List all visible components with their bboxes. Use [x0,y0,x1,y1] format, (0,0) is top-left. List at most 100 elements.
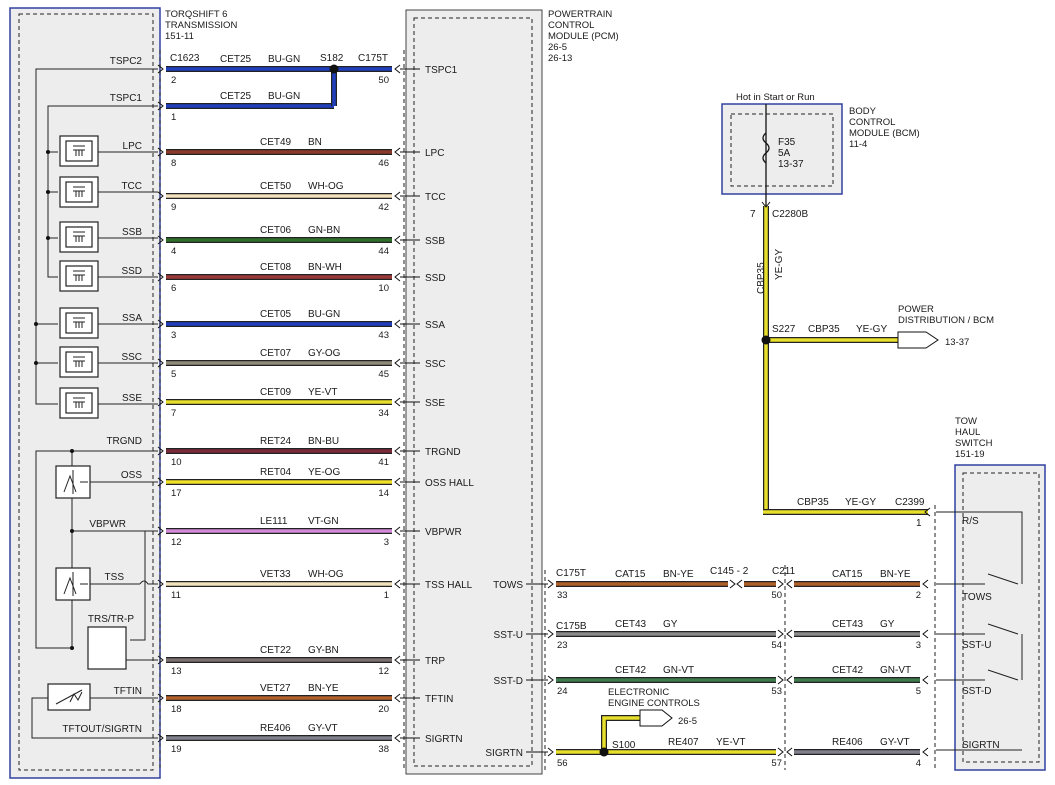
c1623-label: C1623 [170,53,200,64]
pcm-label-13: TRP [425,656,445,667]
right-pin-p-0: 33 [557,590,568,601]
right-circuit2-3: RE406 [832,737,863,748]
tow-title-3: SWITCH [955,438,993,449]
label-lpc: LPC [123,141,142,152]
conn-arrow-p-8 [394,397,401,407]
power-dist-title-2: DISTRIBUTION / BCM [898,315,994,326]
power-dist-ref: 13-37 [945,337,969,348]
right-arrow-s-3 [922,747,929,757]
label-ssa: SSA [122,313,142,324]
cbp35-vertical-circuit: CBP35 [756,262,767,294]
pcm-label-10: OSS HALL [425,478,474,489]
pcm-ref-2: 26-13 [548,53,572,64]
right-pin-mid-1: 54 [771,640,782,651]
bcm-title-1: BODY [849,106,877,117]
cbp35-bottom-circuit: CBP35 [797,497,829,508]
fuse-ref: 13-37 [778,159,804,170]
right-arrow-s-1 [922,629,929,639]
eec-title-1: ELECTRONIC [608,687,669,698]
tow-sigrtn-label: SIGRTN [962,740,1000,751]
pcm-label-15: SIGRTN [425,734,463,745]
right-pin-s-3: 4 [916,758,921,769]
pcm-label-5: SSD [425,273,446,284]
right-color1-2: GN-VT [663,665,694,676]
pin-t-8: 7 [171,408,176,419]
right-pin-s-0: 2 [916,590,921,601]
right-pin-mid-2: 53 [771,686,782,697]
pin-p-14: 20 [378,704,389,715]
right-circuit1-3: RE407 [668,737,699,748]
label-oss: OSS [121,470,142,481]
c175b-label: C175B [556,621,587,632]
pcm-label-6: SSA [425,320,445,331]
pin-t-14: 18 [171,704,182,715]
pcm-label-11: VBPWR [425,527,462,538]
c145-label: C145 - 2 [710,566,749,577]
tow-ref: 151-19 [955,449,985,460]
c2399-label: C2399 [895,497,925,508]
pin-p-13: 12 [378,666,389,677]
right-pcm-label-1: SST-U [494,630,523,641]
right-circuit1-0: CAT15 [615,569,646,580]
wire-color-4: GN-BN [308,225,340,236]
c175t-label: C175T [358,53,388,64]
conn-arrow-p-13 [394,655,401,665]
eec-connector-icon [639,709,673,727]
conn-arrow-p-11 [394,526,401,536]
conn-arrow-p-10 [394,477,401,487]
right-arrow-s-2 [922,675,929,685]
cbp35-vertical-color: YE-GY [774,249,785,280]
cbp35-branch-circuit: CBP35 [808,324,840,335]
wire-color-14: BN-YE [308,683,339,694]
right-arrow-s-0 [922,579,929,589]
pin-t-13: 13 [171,666,182,677]
right-pin-p-1: 23 [557,640,568,651]
pin-t-15: 19 [171,744,182,755]
wire-color-9: BN-BU [308,436,339,447]
pin-p-12: 1 [384,590,389,601]
label-tftin: TFTIN [114,686,142,697]
right-pin-s-1: 3 [916,640,921,651]
splice-s227: S227 [772,324,796,335]
right-pin-mid-0: 50 [771,590,782,601]
pcm-label-0: TSPC1 [425,65,458,76]
right-pcm-label-3: SIGRTN [485,748,523,759]
conn-arrow-p-9 [394,446,401,456]
wire-color-11: VT-GN [308,516,339,527]
label-tcc: TCC [121,181,142,192]
wire-color-2: BN [308,137,322,148]
wire-color-7: GY-OG [308,348,341,359]
pin-t-12: 11 [171,590,181,601]
pin-t-9: 10 [171,457,182,468]
wire-circuit-5: CET08 [260,262,292,273]
conn-arrow-p-2 [394,147,401,157]
tow-title-2: HAUL [955,427,980,438]
pin-t-4: 4 [171,246,176,257]
wire-circuit-15: RE406 [260,723,291,734]
right-color1-3: YE-VT [716,737,745,748]
right-circuit2-0: CAT15 [832,569,863,580]
right-circuit1-2: CET42 [615,665,647,676]
wire-circuit-11: LE111 [260,516,288,527]
pin-p-3: 42 [378,202,389,213]
wire-color-3: WH-OG [308,181,344,192]
pin-p-0: 50 [378,75,389,86]
wire-circuit-1: CET25 [220,91,252,102]
pin-t-5: 6 [171,283,176,294]
label-ssc: SSC [121,352,142,363]
hot-label: Hot in Start or Run [736,92,815,103]
eec-ref: 26-5 [678,716,697,727]
right-color2-0: BN-YE [880,569,911,580]
wire-circuit-0: CET25 [220,54,252,65]
wire-circuit-12: VET33 [260,569,291,580]
conn-arrow-p-15 [394,733,401,743]
pin-p-9: 41 [378,457,389,468]
tow-sstu-label: SST-U [962,640,991,651]
pcm-label-4: SSB [425,236,445,247]
right-color2-1: GY [880,619,895,630]
pin-t-7: 5 [171,369,176,380]
right-pcm-label-2: SST-D [494,676,523,687]
cbp35-branch-color: YE-GY [856,324,887,335]
right-wires: TOWS CAT15 BN-YE CAT15 BN-YE 33 50 2 SST-U CET43 G… [485,201,931,769]
transmission-ref: 151-11 [165,31,194,42]
